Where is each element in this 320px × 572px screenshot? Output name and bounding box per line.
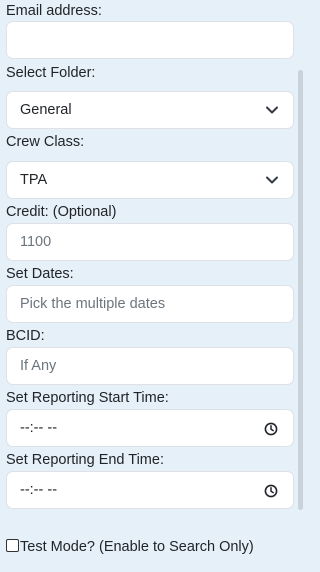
reporting-end-time-input[interactable]: --:-- --: [6, 471, 294, 509]
scrollbar-thumb[interactable]: [298, 70, 303, 510]
folder-label: Select Folder:: [6, 65, 96, 81]
crew-class-label: Crew Class:: [6, 134, 85, 150]
reporting-start-label: Set Reporting Start Time:: [6, 390, 169, 406]
credit-field[interactable]: 1100: [6, 223, 294, 261]
email-field[interactable]: [6, 21, 294, 59]
credit-label: Credit: (Optional): [6, 204, 117, 220]
crew-class-select[interactable]: TPA: [6, 161, 294, 199]
chevron-down-icon: [266, 106, 278, 114]
chevron-down-icon: [266, 176, 278, 184]
reporting-form: Email address: Select Folder: General Cr…: [0, 0, 304, 572]
set-dates-field[interactable]: Pick the multiple dates: [6, 285, 294, 323]
bcid-field[interactable]: If Any: [6, 347, 294, 385]
folder-select-value: General: [20, 102, 72, 118]
reporting-end-label: Set Reporting End Time:: [6, 452, 164, 468]
reporting-start-time-value: --:-- --: [20, 420, 58, 436]
crew-class-select-value: TPA: [20, 172, 48, 188]
clock-icon[interactable]: [264, 422, 278, 436]
test-mode-checkbox[interactable]: [6, 539, 19, 552]
email-label: Email address:: [6, 3, 102, 19]
set-dates-label: Set Dates:: [6, 266, 74, 282]
test-mode-label: Test Mode? (Enable to Search Only): [20, 539, 254, 555]
test-mode-option: Test Mode? (Enable to Search Only): [6, 538, 254, 556]
clock-icon[interactable]: [264, 484, 278, 498]
reporting-start-time-input[interactable]: --:-- --: [6, 409, 294, 447]
reporting-end-time-value: --:-- --: [20, 482, 58, 498]
folder-select[interactable]: General: [6, 91, 294, 129]
bcid-label: BCID:: [6, 328, 45, 344]
